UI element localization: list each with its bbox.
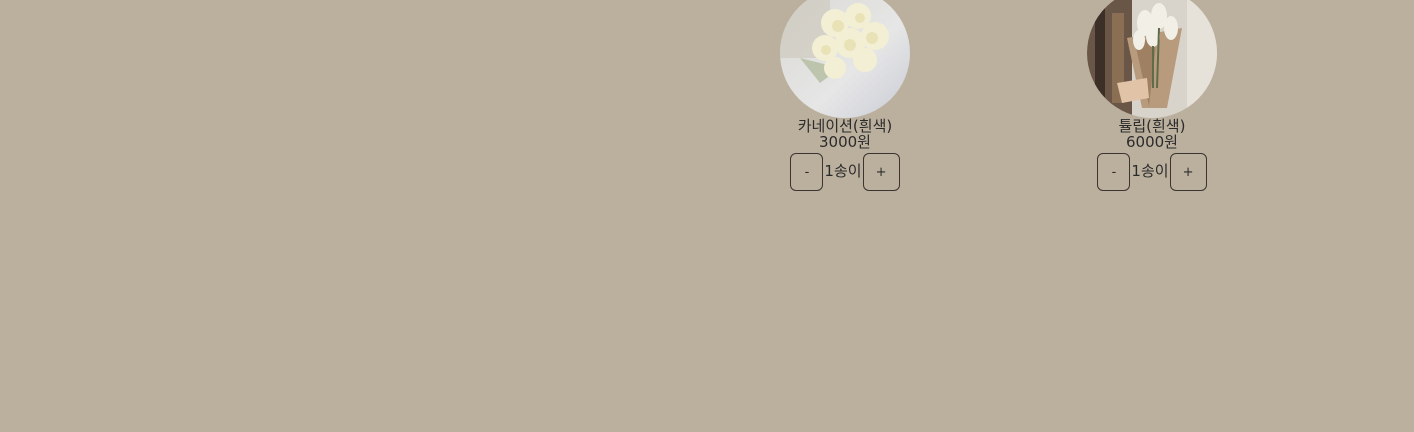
product-card-carnation: 카네이션(흰색) 3000원 - 1송이 + (760, 0, 930, 191)
decrease-quantity-button[interactable]: - (1097, 153, 1131, 191)
quantity-stepper: - 1송이 + (790, 153, 900, 191)
product-card-tulip: 튤립(흰색) 6000원 - 1송이 + (1067, 0, 1237, 191)
product-name: 튤립(흰색) (1118, 117, 1186, 135)
product-price: 6000원 (1126, 133, 1178, 151)
quantity-value: 1송이 (824, 161, 862, 180)
tulip-photo (1087, 0, 1217, 118)
decrease-quantity-button[interactable]: - (790, 153, 824, 191)
carnation-photo (780, 0, 910, 118)
page: 카네이션(흰색) 3000원 - 1송이 + 튤립(흰색) 6000원 - 1송… (0, 0, 1414, 432)
product-name: 카네이션(흰색) (797, 117, 893, 135)
quantity-value: 1송이 (1131, 161, 1169, 180)
quantity-stepper: - 1송이 + (1097, 153, 1207, 191)
increase-quantity-button[interactable]: + (1169, 153, 1207, 191)
product-price: 3000원 (819, 133, 871, 151)
increase-quantity-button[interactable]: + (862, 153, 900, 191)
